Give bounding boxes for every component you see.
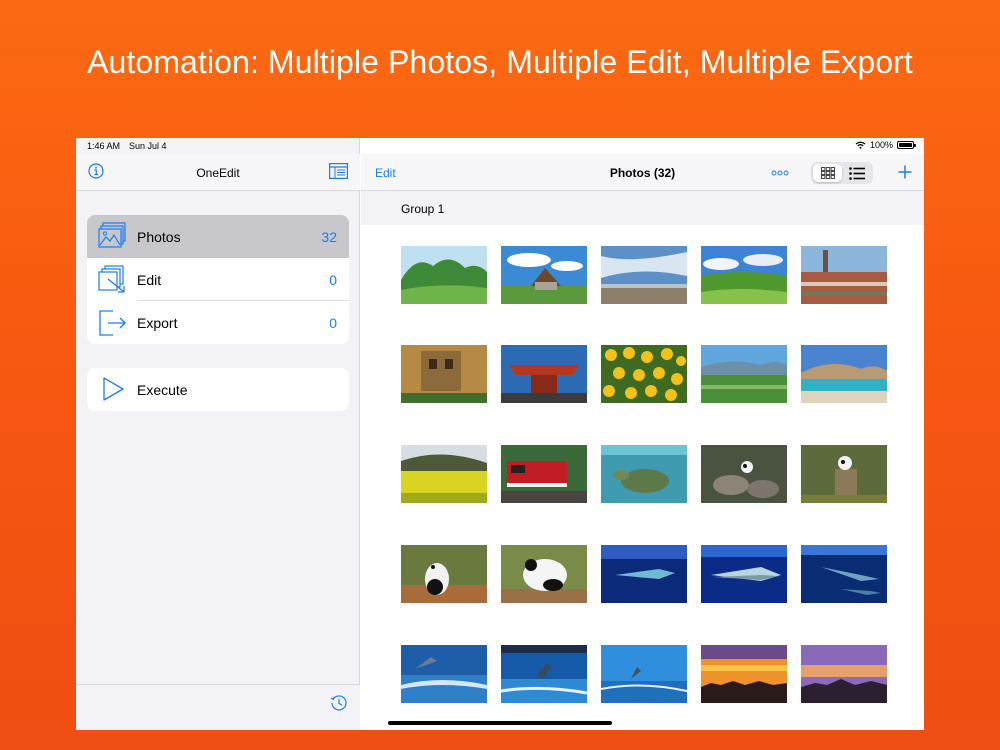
photo-thumbnail[interactable] (801, 345, 887, 403)
photo-thumbnail[interactable] (701, 645, 787, 703)
photo-grid (361, 225, 924, 730)
sidebar-item-count: 0 (329, 315, 337, 331)
execute-card: Execute (87, 368, 349, 411)
photo-thumbnail[interactable] (501, 545, 587, 603)
photo-thumbnail[interactable] (701, 545, 787, 603)
more-icon[interactable] (771, 170, 789, 176)
photo-thumbnail[interactable] (401, 246, 487, 304)
photo-thumbnail[interactable] (501, 445, 587, 503)
list-view-button[interactable] (842, 164, 871, 182)
status-right: 100% (855, 140, 916, 150)
wifi-icon (855, 141, 866, 149)
photo-thumbnail[interactable] (401, 445, 487, 503)
battery-icon (897, 141, 916, 149)
sidebar-item-edit[interactable]: Edit 0 (87, 258, 349, 301)
grid-icon (820, 167, 835, 179)
sidebar-toolbar (76, 684, 360, 730)
status-date: Sun Jul 4 (129, 141, 167, 151)
photo-thumbnail[interactable] (701, 246, 787, 304)
execute-button[interactable]: Execute (87, 368, 349, 411)
photos-icon (98, 222, 126, 248)
status-bar: 1:46 AM Sun Jul 4 100% (76, 138, 924, 154)
list-icon (848, 166, 865, 180)
photo-thumbnail[interactable] (801, 445, 887, 503)
sidebar-item-count: 32 (321, 229, 337, 245)
sidebar-toggle-icon[interactable] (329, 163, 348, 179)
add-icon[interactable] (898, 165, 912, 179)
sidebar-item-photos[interactable]: Photos 32 (87, 215, 349, 258)
sidebar-item-count: 0 (329, 272, 337, 288)
sidebar-item-export[interactable]: Export 0 (87, 301, 349, 344)
sidebar-title: OneEdit (196, 166, 240, 180)
history-icon[interactable] (330, 694, 348, 712)
sidebar-item-label: Photos (137, 229, 181, 245)
play-icon (103, 377, 124, 401)
main-nav-bar: Edit Photos (32) (361, 154, 924, 191)
photo-thumbnail[interactable] (601, 246, 687, 304)
sidebar-nav-bar: OneEdit (76, 154, 360, 191)
group-label: Group 1 (401, 202, 445, 216)
export-icon (99, 310, 126, 336)
status-time: 1:46 AM (87, 141, 121, 151)
photo-thumbnail[interactable] (701, 445, 787, 503)
photo-thumbnail[interactable] (501, 246, 587, 304)
photo-thumbnail[interactable] (601, 645, 687, 703)
ipad-screen: 1:46 AM Sun Jul 4 100% OneEdit Photos 32… (76, 138, 924, 730)
photos-panel: Edit Photos (32) Group 1 (361, 138, 924, 730)
workflow-list: Photos 32 Edit 0 Export 0 (87, 215, 349, 344)
photo-thumbnail[interactable] (601, 545, 687, 603)
photo-thumbnail[interactable] (601, 445, 687, 503)
photo-thumbnail[interactable] (501, 645, 587, 703)
photo-thumbnail[interactable] (601, 345, 687, 403)
view-mode-control (811, 162, 873, 184)
group-header: Group 1 (361, 191, 924, 225)
battery-percent: 100% (869, 140, 893, 150)
home-indicator (388, 721, 612, 725)
photo-thumbnail[interactable] (801, 246, 887, 304)
sidebar-item-label: Edit (137, 272, 162, 288)
sidebar-item-label: Export (137, 315, 178, 331)
grid-view-button[interactable] (813, 164, 842, 182)
sidebar: OneEdit Photos 32 Edit 0 Export 0 Execut… (76, 138, 360, 730)
execute-label: Execute (137, 382, 188, 398)
photo-thumbnail[interactable] (701, 345, 787, 403)
photo-thumbnail[interactable] (401, 345, 487, 403)
edit-icon (98, 265, 125, 293)
photo-thumbnail[interactable] (801, 645, 887, 703)
photo-thumbnail[interactable] (401, 545, 487, 603)
photo-thumbnail[interactable] (501, 345, 587, 403)
headline: Automation: Multiple Photos, Multiple Ed… (87, 44, 913, 80)
photo-thumbnail[interactable] (801, 545, 887, 603)
photo-thumbnail[interactable] (401, 645, 487, 703)
